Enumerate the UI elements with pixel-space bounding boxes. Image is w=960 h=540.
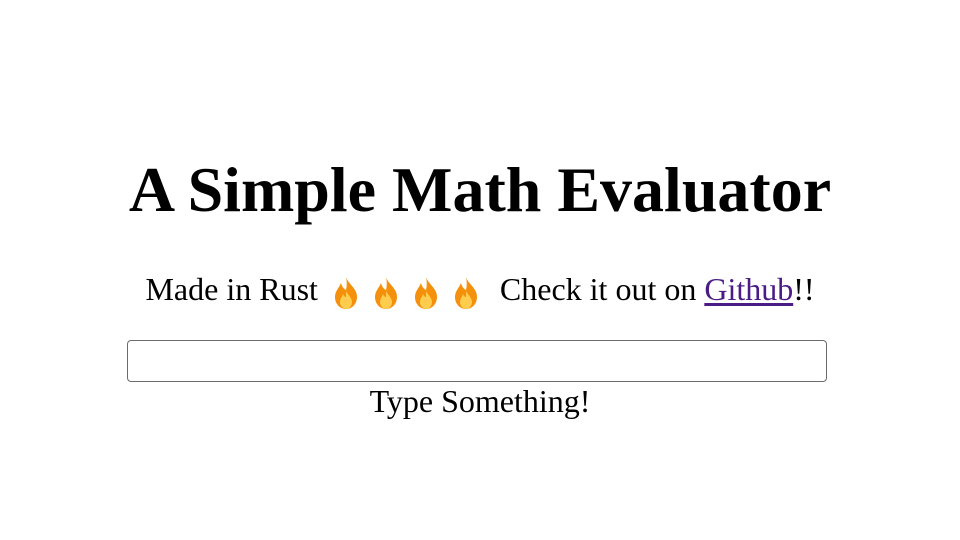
subtitle-suffix: !! — [793, 271, 815, 307]
fire-icon — [374, 276, 397, 309]
fire-icon — [414, 276, 437, 309]
fire-icon — [454, 276, 477, 309]
subtitle-middle: Check it out on — [499, 271, 697, 307]
expression-input[interactable] — [127, 340, 827, 382]
page-title: A Simple Math Evaluator — [128, 154, 832, 225]
fire-icon — [334, 276, 357, 309]
result-text: Type Something! — [369, 383, 591, 419]
github-link[interactable]: Github — [704, 271, 793, 307]
fire-icons — [328, 275, 488, 311]
subtitle-prefix: Made in Rust — [145, 271, 318, 307]
page: A Simple Math Evaluator Made in Rust Che… — [0, 0, 960, 540]
subtitle: Made in Rust Check it out on Github!! — [0, 268, 960, 311]
